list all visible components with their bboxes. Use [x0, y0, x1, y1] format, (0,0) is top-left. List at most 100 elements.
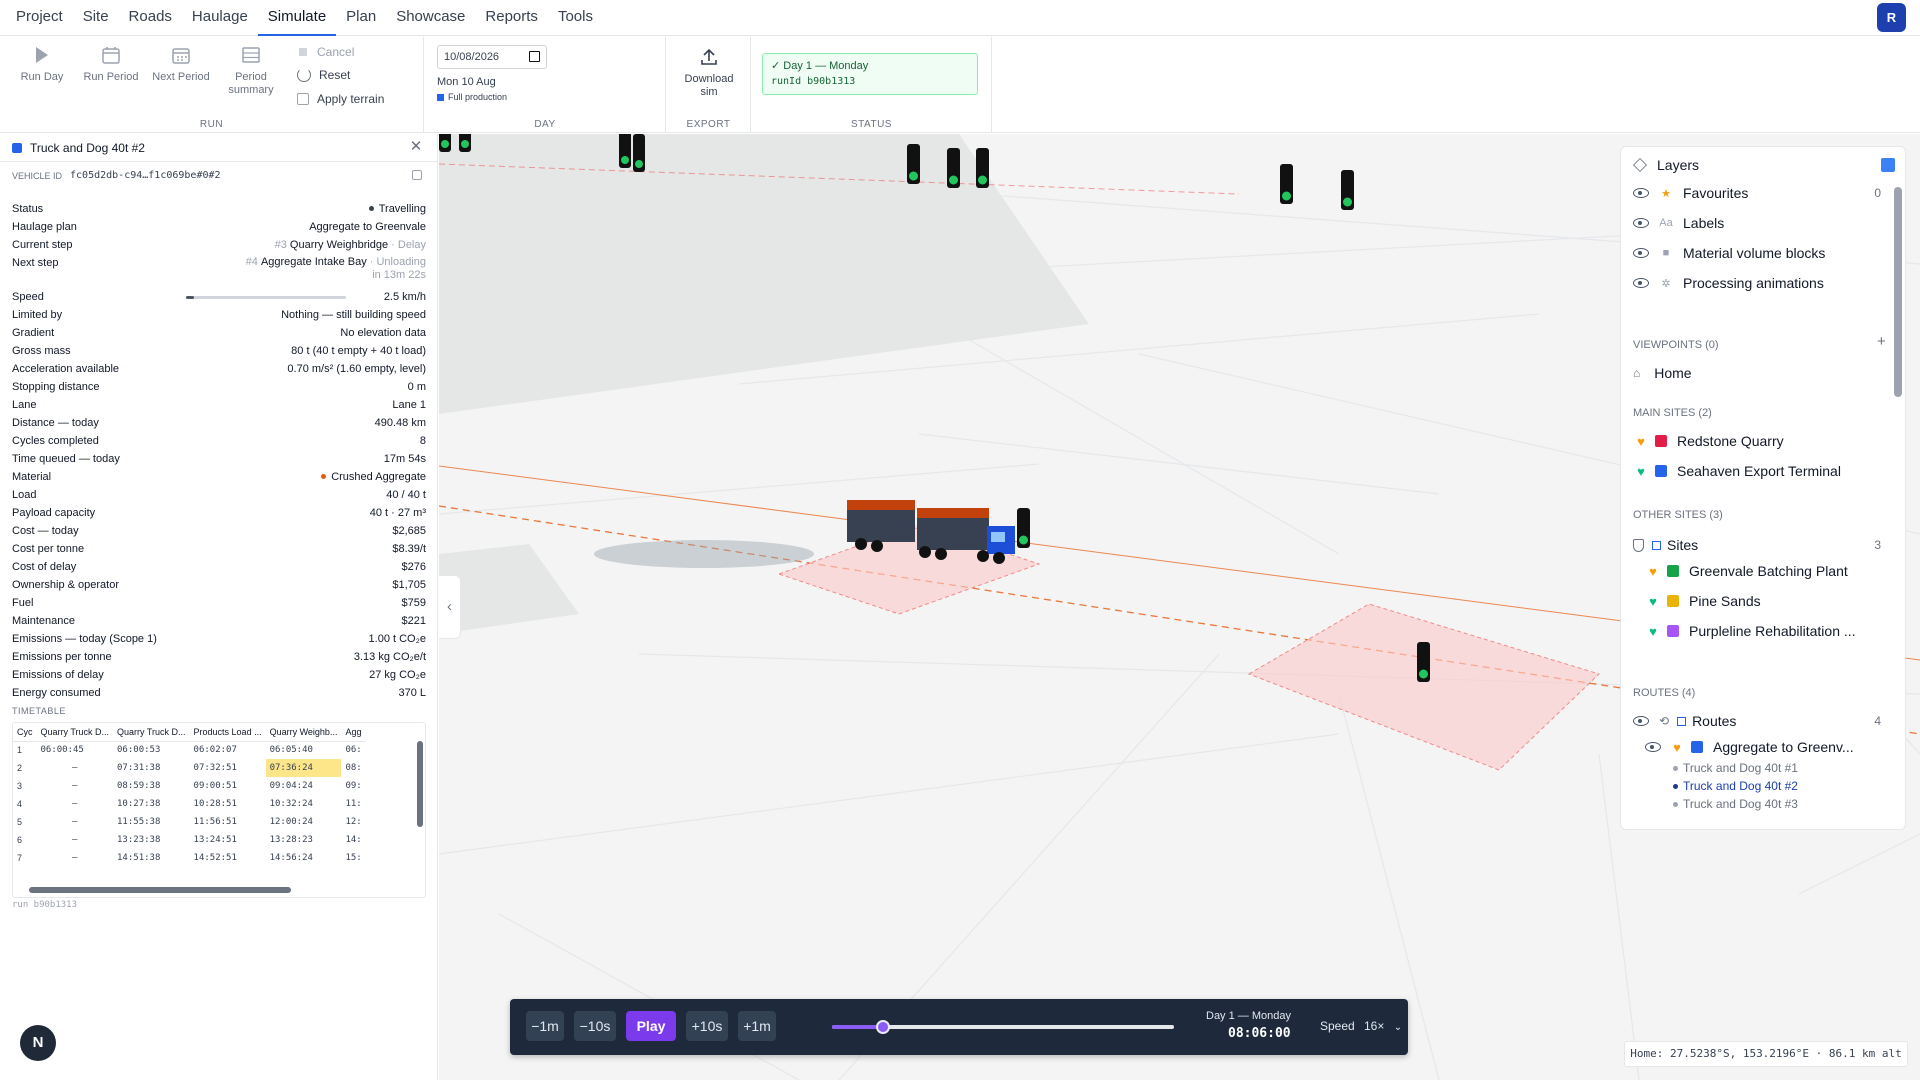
table-cell: 15: — [345, 853, 362, 863]
menu-reports[interactable]: Reports — [475, 0, 548, 36]
menu-haulage[interactable]: Haulage — [182, 0, 258, 36]
close-icon[interactable]: ✕ — [409, 139, 423, 154]
eye-icon[interactable] — [1633, 716, 1649, 726]
property-value: $221 — [402, 612, 426, 630]
date-input[interactable]: 10/08/2026 — [437, 45, 547, 69]
property-value: $8.39/t — [392, 540, 426, 558]
timetable-column-header[interactable]: Quarry Truck D... — [113, 723, 190, 742]
menu-roads[interactable]: Roads — [119, 0, 182, 36]
run-day-button[interactable]: Run Day — [9, 45, 75, 84]
property-value: 0.70 m/s² (1.60 empty, level) — [287, 360, 426, 378]
apply-terrain-checkbox[interactable]: Apply terrain — [297, 92, 384, 106]
routes-section: ROUTES (4) — [1633, 687, 1696, 699]
table-row: 4 — 10:27:38 10:28:51 10:32:24 11: — [13, 795, 366, 813]
property-value: $2,685 — [392, 522, 426, 540]
eye-icon[interactable] — [1633, 248, 1649, 258]
collapse-panel-chevron-icon[interactable]: ‹ — [439, 575, 461, 639]
table-cell: 6 — [17, 835, 23, 845]
back-1m-button[interactable]: −1m — [526, 1011, 564, 1041]
cancel-button[interactable]: Cancel — [297, 45, 354, 59]
timeline-slider[interactable] — [832, 1020, 1174, 1034]
route-vehicle-item[interactable]: Truck and Dog 40t #2 — [1673, 779, 1798, 793]
reset-button[interactable]: Reset — [297, 68, 350, 82]
sites-group-icon — [1652, 540, 1661, 550]
timetable-column-header[interactable]: Cyc — [13, 723, 37, 742]
run-period-button[interactable]: Run Period — [78, 45, 144, 84]
menu-plan[interactable]: Plan — [336, 0, 386, 36]
status-group: ✓ Day 1 — Monday runId b90b1313 STATUS — [752, 37, 992, 133]
timeline-knob[interactable] — [876, 1020, 891, 1034]
heart-icon[interactable]: ♥ — [1669, 740, 1685, 755]
site-row[interactable]: ♥ Purpleline Rehabilitation ... — [1621, 613, 1891, 649]
property-value-text: 27 kg CO₂e — [369, 669, 426, 681]
property-row: Gross mass 80 t (40 t empty + 40 t load) — [12, 342, 426, 360]
property-value-text: 40 t · 27 m³ — [369, 507, 426, 519]
timetable[interactable]: Cyc Quarry Truck D... Quarry Truck D... Pro… — [12, 722, 426, 898]
timetable-table: Cyc Quarry Truck D... Quarry Truck D... Pro… — [13, 723, 366, 867]
heart-icon[interactable]: ♥ — [1633, 434, 1649, 449]
layers-scrollbar[interactable] — [1894, 187, 1902, 397]
next-period-button[interactable]: Next Period — [148, 45, 214, 84]
route-row[interactable]: ♥ Aggregate to Greenv... — [1621, 729, 1891, 765]
site-label: Redstone Quarry — [1677, 433, 1784, 449]
table-cell: 14:51:38 — [117, 853, 161, 863]
viewpoint-home[interactable]: ⌂ Home — [1621, 355, 1891, 391]
status-run-id: runId b90b1313 — [771, 76, 856, 87]
heart-icon[interactable]: ♥ — [1645, 624, 1661, 639]
vehicle-dot-icon — [1673, 784, 1678, 789]
layer-label: Material volume blocks — [1683, 245, 1826, 261]
property-row: Lane Lane 1 — [12, 396, 426, 414]
calendar-icon — [102, 47, 120, 64]
timetable-column-header[interactable]: Products Load ... — [189, 723, 266, 742]
heart-icon[interactable]: ♥ — [1633, 464, 1649, 479]
calendar-icon[interactable] — [529, 51, 540, 62]
eye-icon[interactable] — [1633, 188, 1649, 198]
nav-badge[interactable]: N — [20, 1025, 56, 1061]
add-viewpoint-icon[interactable]: + — [1877, 333, 1886, 350]
property-value-text: 490.48 km — [374, 417, 426, 429]
timetable-column-header[interactable]: Quarry Truck D... — [36, 723, 114, 742]
table-cell: 06:00:53 — [117, 745, 161, 756]
timetable-vertical-scrollbar[interactable] — [417, 741, 423, 827]
sim-day: Day 1 — Monday — [1206, 1010, 1291, 1022]
play-button[interactable]: Play — [626, 1011, 676, 1041]
menu-simulate[interactable]: Simulate — [257, 0, 337, 36]
copy-icon[interactable] — [412, 170, 422, 180]
property-row: Distance — today 490.48 km — [12, 414, 426, 432]
table-row: 7 — 14:51:38 14:52:51 14:56:24 15: — [13, 849, 366, 867]
menu-tools[interactable]: Tools — [548, 0, 603, 36]
timetable-horizontal-scrollbar[interactable] — [29, 887, 291, 893]
menu-project[interactable]: Project — [6, 0, 73, 36]
menu-site[interactable]: Site — [73, 0, 119, 36]
route-vehicle-item[interactable]: Truck and Dog 40t #1 — [1673, 761, 1798, 775]
eye-icon[interactable] — [1633, 278, 1649, 288]
layer-row[interactable]: ✲ Processing animations — [1621, 265, 1891, 301]
eye-icon[interactable] — [1645, 742, 1661, 752]
speed-select[interactable]: 16× ⌄ — [1364, 1013, 1404, 1039]
heart-icon[interactable]: ♥ — [1645, 594, 1661, 609]
heart-icon[interactable]: ♥ — [1645, 564, 1661, 579]
timetable-column-header[interactable]: Agg — [341, 723, 366, 742]
site-row[interactable]: ♥ Seahaven Export Terminal — [1621, 453, 1891, 489]
property-value: Aggregate to Greenvale — [309, 218, 426, 236]
user-avatar[interactable]: R — [1877, 3, 1906, 32]
menu-bar: Project Site Roads Haulage Simulate Plan… — [0, 0, 1920, 36]
menu-showcase[interactable]: Showcase — [386, 0, 475, 36]
other-sites-section: OTHER SITES (3) — [1633, 509, 1723, 521]
speed-bar — [186, 296, 346, 299]
property-row: Stopping distance 0 m — [12, 378, 426, 396]
eye-icon[interactable] — [1633, 218, 1649, 228]
filter-icon[interactable] — [1881, 158, 1895, 172]
table-row: 2 — 07:31:38 07:32:51 07:36:24 08: — [13, 759, 366, 777]
property-value-text: $2,685 — [392, 525, 426, 537]
route-vehicle-item[interactable]: Truck and Dog 40t #3 — [1673, 797, 1798, 811]
forward-1m-button[interactable]: +1m — [738, 1011, 776, 1041]
forward-10s-button[interactable]: +10s — [686, 1011, 728, 1041]
period-summary-button[interactable]: Period summary — [218, 45, 284, 97]
timetable-column-header[interactable]: Quarry Weighb... — [265, 723, 342, 742]
site-color-swatch — [1655, 465, 1667, 477]
download-sim-button[interactable]: Download sim — [676, 47, 742, 99]
layers-title: Layers — [1657, 157, 1700, 173]
back-10s-button[interactable]: −10s — [574, 1011, 616, 1041]
property-key: Limited by — [12, 309, 63, 321]
